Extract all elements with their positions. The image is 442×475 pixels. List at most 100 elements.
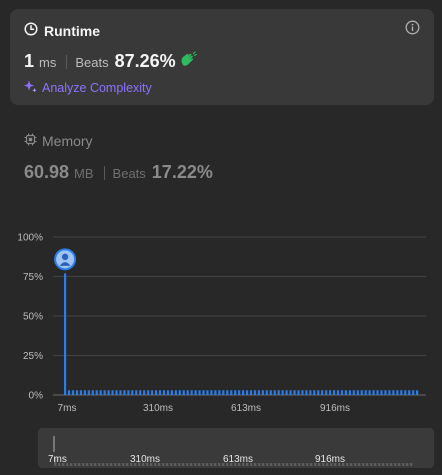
- distribution-bar[interactable]: [135, 390, 138, 395]
- distribution-bar[interactable]: [131, 390, 134, 395]
- distribution-bar[interactable]: [234, 390, 237, 395]
- distribution-bar[interactable]: [388, 390, 391, 395]
- distribution-bar[interactable]: [396, 390, 399, 395]
- distribution-bar[interactable]: [309, 390, 312, 395]
- runtime-distribution-chart[interactable]: 100% 75% 50% 25% 0% 7ms 310ms 613ms 916ms: [0, 225, 442, 420]
- distribution-bar[interactable]: [368, 390, 371, 395]
- distribution-bar[interactable]: [238, 390, 241, 395]
- distribution-bar[interactable]: [313, 390, 316, 395]
- distribution-bar[interactable]: [87, 390, 90, 395]
- distribution-bar[interactable]: [107, 390, 110, 395]
- minimap-bar: [378, 463, 381, 466]
- distribution-bar[interactable]: [99, 390, 102, 395]
- distribution-bar[interactable]: [222, 390, 225, 395]
- distribution-bar[interactable]: [226, 390, 229, 395]
- distribution-bar[interactable]: [210, 390, 213, 395]
- distribution-bar[interactable]: [392, 390, 395, 395]
- distribution-bar[interactable]: [356, 390, 359, 395]
- distribution-bar[interactable]: [336, 390, 340, 395]
- distribution-bar[interactable]: [64, 273, 67, 395]
- distribution-bar[interactable]: [182, 390, 185, 395]
- distribution-bar[interactable]: [186, 390, 189, 395]
- minimap-bar: [218, 463, 221, 466]
- distribution-bar[interactable]: [253, 390, 257, 395]
- distribution-bar[interactable]: [348, 390, 351, 395]
- distribution-bar[interactable]: [154, 390, 158, 395]
- distribution-bar[interactable]: [408, 390, 411, 395]
- distribution-bar[interactable]: [281, 390, 284, 395]
- distribution-bar[interactable]: [325, 390, 328, 395]
- distribution-bar[interactable]: [301, 390, 304, 395]
- distribution-bar[interactable]: [71, 390, 75, 395]
- distribution-bar[interactable]: [119, 390, 122, 395]
- range-minimap[interactable]: 7ms 310ms 613ms 916ms: [38, 428, 434, 468]
- distribution-bar[interactable]: [273, 390, 276, 395]
- distribution-bar[interactable]: [67, 390, 71, 395]
- distribution-bar[interactable]: [277, 390, 280, 395]
- distribution-bar[interactable]: [190, 390, 193, 395]
- distribution-bar[interactable]: [352, 390, 355, 395]
- distribution-bar[interactable]: [321, 390, 324, 395]
- distribution-bar[interactable]: [242, 390, 245, 395]
- distribution-bar[interactable]: [127, 390, 130, 395]
- distribution-bar[interactable]: [372, 390, 375, 395]
- distribution-bar[interactable]: [143, 390, 146, 395]
- distribution-bar[interactable]: [404, 390, 407, 395]
- distribution-bar[interactable]: [230, 390, 233, 395]
- distribution-bar[interactable]: [269, 390, 272, 395]
- distribution-bar[interactable]: [198, 390, 201, 395]
- distribution-bar[interactable]: [139, 390, 142, 395]
- distribution-bar[interactable]: [111, 390, 114, 395]
- distribution-bar[interactable]: [400, 390, 403, 395]
- distribution-bar[interactable]: [79, 390, 82, 395]
- distribution-bar[interactable]: [376, 390, 379, 395]
- distribution-bar[interactable]: [95, 390, 98, 395]
- distribution-bar[interactable]: [166, 390, 170, 395]
- analyze-complexity-button[interactable]: Analyze Complexity: [24, 80, 152, 96]
- distribution-bar[interactable]: [151, 390, 154, 395]
- minimap-bar: [110, 463, 113, 466]
- distribution-bar[interactable]: [412, 390, 415, 395]
- distribution-bar[interactable]: [178, 390, 181, 395]
- distribution-bar[interactable]: [83, 390, 86, 395]
- distribution-bar[interactable]: [257, 390, 260, 395]
- distribution-bar[interactable]: [245, 390, 249, 395]
- distribution-bar[interactable]: [75, 390, 79, 395]
- distribution-bar[interactable]: [194, 390, 197, 395]
- distribution-bar[interactable]: [202, 390, 205, 395]
- distribution-bar[interactable]: [380, 390, 383, 395]
- distribution-bar[interactable]: [293, 390, 296, 395]
- info-icon[interactable]: [405, 20, 420, 40]
- distribution-bar[interactable]: [265, 390, 268, 395]
- distribution-bar[interactable]: [285, 390, 288, 395]
- distribution-bar[interactable]: [147, 390, 150, 395]
- distribution-bar[interactable]: [317, 390, 320, 395]
- distribution-bar[interactable]: [416, 390, 419, 395]
- distribution-bar[interactable]: [174, 390, 177, 395]
- minimap-bar: [370, 463, 373, 466]
- distribution-bar[interactable]: [360, 390, 363, 395]
- distribution-bar[interactable]: [218, 390, 221, 395]
- distribution-bar[interactable]: [261, 390, 264, 395]
- distribution-bar[interactable]: [305, 390, 308, 395]
- distribution-bar[interactable]: [340, 390, 344, 395]
- distribution-bar[interactable]: [158, 390, 162, 395]
- memory-tab[interactable]: Memory: [24, 133, 93, 149]
- distribution-bar[interactable]: [214, 390, 217, 395]
- distribution-bar[interactable]: [91, 390, 94, 395]
- minimap-handle[interactable]: [53, 436, 55, 452]
- distribution-bar[interactable]: [103, 390, 106, 395]
- distribution-bar[interactable]: [289, 390, 292, 395]
- distribution-bar[interactable]: [115, 390, 118, 395]
- distribution-bar[interactable]: [123, 390, 126, 395]
- distribution-bar[interactable]: [384, 390, 387, 395]
- distribution-bar[interactable]: [162, 390, 166, 395]
- distribution-bar[interactable]: [170, 390, 173, 395]
- distribution-bar[interactable]: [332, 390, 336, 395]
- distribution-bar[interactable]: [329, 390, 332, 395]
- distribution-bar[interactable]: [344, 390, 348, 395]
- distribution-bar[interactable]: [249, 390, 253, 395]
- distribution-bar[interactable]: [297, 390, 300, 395]
- distribution-bar[interactable]: [364, 390, 367, 395]
- distribution-bar[interactable]: [206, 390, 209, 395]
